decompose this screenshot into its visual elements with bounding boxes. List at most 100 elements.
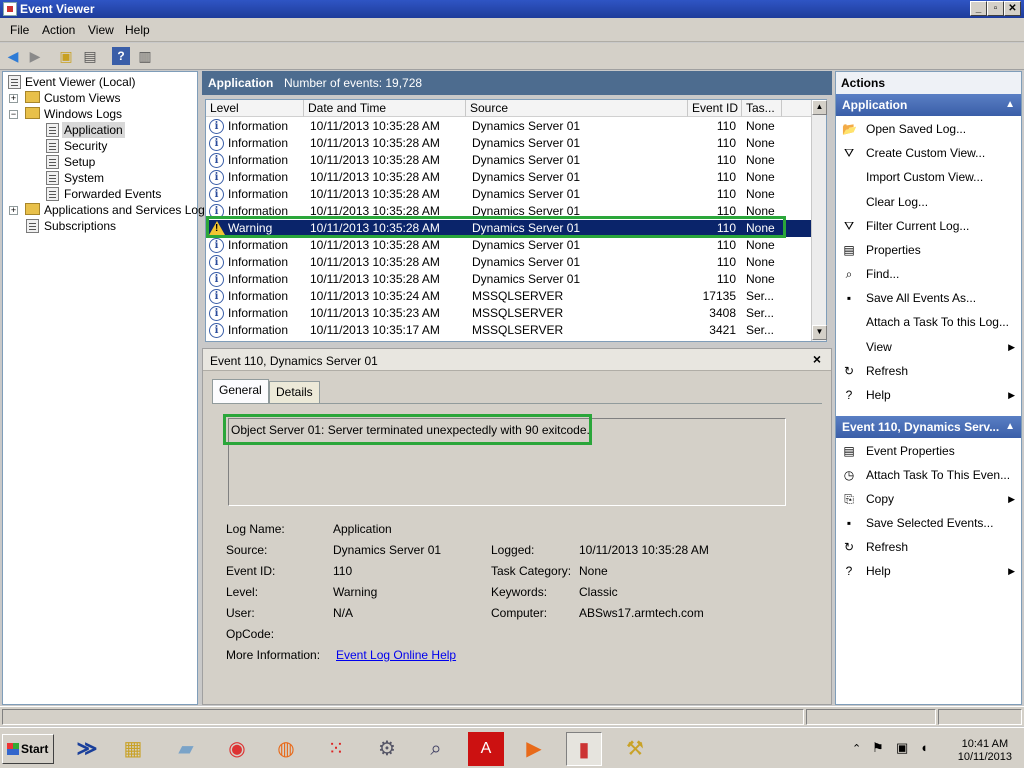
collapse-windows-logs-icon[interactable]: −	[9, 110, 18, 119]
scroll-down-icon[interactable]: ▼	[812, 325, 827, 340]
action-item[interactable]: ▤ Event Properties	[836, 440, 1021, 462]
source-label: Source:	[226, 543, 268, 557]
table-row[interactable]: i Information 10/11/2013 10:35:28 AM Dynami…	[206, 118, 811, 135]
table-row[interactable]: i Information 10/11/2013 10:35:23 AM MSSQLS…	[206, 305, 811, 322]
chrome-icon[interactable]: ◉	[219, 732, 255, 766]
tree-log-application[interactable]: Application	[62, 122, 125, 138]
action-icon: ⛛	[843, 146, 855, 160]
tree-custom-views[interactable]: Custom Views	[44, 90, 120, 106]
apps-grid-icon[interactable]: ⁙	[318, 732, 354, 766]
volume-icon[interactable]: ◖	[920, 740, 928, 755]
close-detail-icon[interactable]: ×	[813, 351, 821, 367]
action-item[interactable]: ▤ Properties	[836, 239, 1021, 261]
system-tray: ⌃ ⚑ ▣ ◖ 10:41 AM 10/11/2013	[850, 732, 1020, 766]
action-item[interactable]: ▪ Save Selected Events...	[836, 512, 1021, 534]
expand-apps-services-icon[interactable]: +	[9, 206, 18, 215]
menu-file[interactable]: File	[10, 23, 29, 37]
actions-section-event[interactable]: Event 110, Dynamics Serv... ▲	[836, 416, 1021, 438]
action-item[interactable]: ↻ Refresh	[836, 536, 1021, 558]
log-icon	[46, 155, 59, 169]
table-row[interactable]: i Information 10/11/2013 10:35:28 AM Dynami…	[206, 271, 811, 288]
adobe-reader-icon[interactable]: A	[468, 732, 504, 766]
table-row[interactable]: i Information 10/11/2013 10:35:28 AM Dynami…	[206, 169, 811, 186]
collapse-icon[interactable]: ▲	[1005, 94, 1015, 116]
table-row[interactable]: i Information 10/11/2013 10:35:28 AM Dynami…	[206, 152, 811, 169]
action-item[interactable]: Attach a Task To this Log...	[836, 311, 1021, 333]
event-viewer-taskbar-icon[interactable]: ▮	[566, 732, 602, 766]
clock[interactable]: 10:41 AM 10/11/2013	[958, 738, 1012, 764]
action-item[interactable]: ▪ Save All Events As...	[836, 287, 1021, 309]
tree-log-system[interactable]: System	[64, 170, 104, 186]
menu-action[interactable]: Action	[42, 23, 75, 37]
action-item[interactable]: Import Custom View...	[836, 166, 1021, 188]
column-header-task[interactable]: Tas...	[742, 100, 782, 117]
restore-button[interactable]: ▫	[987, 1, 1004, 16]
media-player-icon[interactable]: ▶	[516, 732, 552, 766]
table-row[interactable]: i Information 10/11/2013 10:35:28 AM Dynami…	[206, 186, 811, 203]
actions-section-application[interactable]: Application ▲	[836, 94, 1021, 116]
help-icon[interactable]: ?	[112, 47, 130, 65]
column-header-source[interactable]: Source	[466, 100, 688, 117]
action-item[interactable]: View ▶	[836, 336, 1021, 358]
start-button[interactable]: Start	[2, 734, 54, 764]
action-item[interactable]: ? Help ▶	[836, 560, 1021, 582]
table-row[interactable]: i Information 10/11/2013 10:35:28 AM Dynami…	[206, 254, 811, 271]
cell-task: None	[746, 119, 775, 133]
column-header-date[interactable]: Date and Time	[304, 100, 466, 117]
collapse-icon[interactable]: ▲	[1005, 416, 1015, 438]
server-tools-icon[interactable]: ⚒	[617, 732, 653, 766]
close-button[interactable]: ✕	[1004, 1, 1021, 16]
minimize-button[interactable]: _	[970, 1, 987, 16]
table-row[interactable]: i Information 10/11/2013 10:35:28 AM Dynami…	[206, 237, 811, 254]
action-item[interactable]: Clear Log...	[836, 191, 1021, 213]
tree-applications-services-logs[interactable]: Applications and Services Logs	[44, 202, 211, 218]
table-row[interactable]: i Information 10/11/2013 10:35:28 AM Dynami…	[206, 135, 811, 152]
scroll-up-icon[interactable]: ▲	[812, 100, 827, 115]
action-item[interactable]: ? Help ▶	[836, 384, 1021, 406]
tree-log-security[interactable]: Security	[64, 138, 107, 154]
status-segment	[806, 709, 936, 725]
tree-log-setup[interactable]: Setup	[64, 154, 95, 170]
forward-arrow-icon[interactable]: ▶	[26, 47, 44, 65]
firefox-icon[interactable]: ◍	[268, 732, 304, 766]
action-item[interactable]: ↻ Refresh	[836, 360, 1021, 382]
event-log-online-help-link[interactable]: Event Log Online Help	[336, 648, 456, 662]
tree-root[interactable]: Event Viewer (Local)	[25, 74, 136, 90]
tree-subscriptions[interactable]: Subscriptions	[44, 218, 116, 234]
file-explorer-icon[interactable]: ▦	[115, 732, 151, 766]
settings-gear-icon[interactable]: ⚙	[369, 732, 405, 766]
powershell-icon[interactable]: ≫	[69, 732, 105, 766]
tree-windows-logs[interactable]: Windows Logs	[44, 106, 122, 122]
show-hide-tree-icon[interactable]: ▤	[81, 47, 99, 65]
network-icon[interactable]: ▣	[896, 740, 908, 756]
expand-custom-views-icon[interactable]: +	[9, 94, 18, 103]
flag-icon[interactable]: ⚑	[872, 740, 884, 756]
cell-source: MSSQLSERVER	[472, 323, 564, 337]
menu-view[interactable]: View	[88, 23, 114, 37]
table-row[interactable]: i Information 10/11/2013 10:35:17 AM MSSQLS…	[206, 322, 811, 339]
cell-task: None	[746, 255, 775, 269]
show-hidden-icons-icon[interactable]: ⌃	[852, 742, 861, 755]
back-arrow-icon[interactable]: ◀	[4, 47, 22, 65]
tree-log-forwarded-events[interactable]: Forwarded Events	[64, 186, 161, 202]
column-header-event-id[interactable]: Event ID	[688, 100, 742, 117]
action-item[interactable]: 📂 Open Saved Log...	[836, 118, 1021, 140]
cell-source: Dynamics Server 01	[472, 119, 581, 133]
event-list-scrollbar[interactable]: ▲ ▼	[811, 100, 827, 341]
search-documents-icon[interactable]: ⌕	[418, 732, 454, 766]
show-hide-action-pane-icon[interactable]: ▥	[136, 47, 154, 65]
notepad-icon[interactable]: ▰	[168, 732, 204, 766]
action-item[interactable]: ⎘ Copy ▶	[836, 488, 1021, 510]
action-item[interactable]: ⛛ Filter Current Log...	[836, 215, 1021, 237]
action-item[interactable]: ◷ Attach Task To This Even...	[836, 464, 1021, 486]
up-folder-icon[interactable]: ▣	[57, 47, 75, 65]
tab-general[interactable]: General	[212, 379, 269, 403]
action-item[interactable]: ⛛ Create Custom View...	[836, 142, 1021, 164]
action-item[interactable]: ⌕ Find...	[836, 263, 1021, 285]
level-value: Warning	[333, 585, 378, 599]
menu-help[interactable]: Help	[125, 23, 150, 37]
taskbar: Start ≫ ▦ ▰ ◉ ◍ ⁙ ⚙ ⌕ A ▶ ▮ ⚒ ⌃ ⚑ ▣ ◖ 10…	[0, 727, 1024, 768]
column-header-level[interactable]: Level	[206, 100, 304, 117]
tab-details[interactable]: Details	[269, 381, 320, 403]
table-row[interactable]: i Information 10/11/2013 10:35:24 AM MSSQLS…	[206, 288, 811, 305]
